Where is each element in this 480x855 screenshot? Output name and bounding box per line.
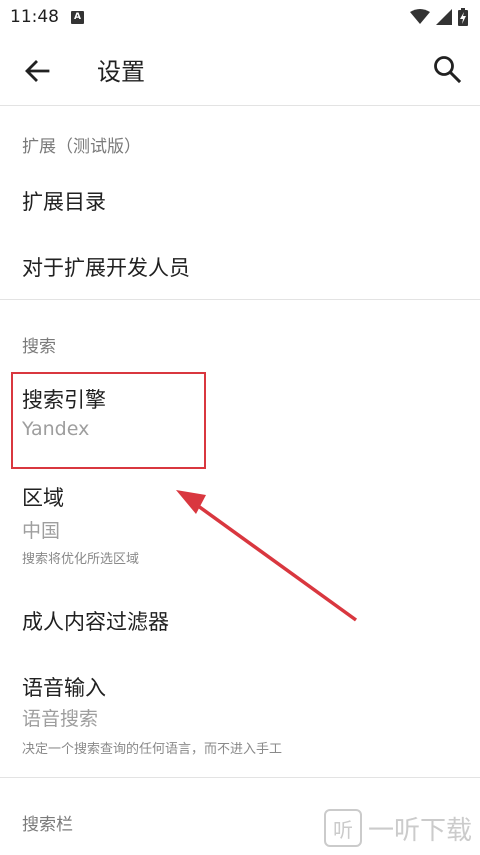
item-value: 语音搜索 bbox=[22, 708, 99, 730]
app-bar: 设置 bbox=[0, 34, 480, 106]
settings-item-voice-input[interactable]: 语音输入 语音搜索 决定一个搜索查询的任何语言，而不进入手工 bbox=[0, 662, 480, 770]
arrow-left-icon[interactable] bbox=[22, 56, 52, 86]
watermark: 听 一听下载 bbox=[323, 809, 472, 847]
item-value: 中国 bbox=[22, 520, 61, 542]
page-title: 设置 bbox=[97, 58, 145, 86]
item-title: 语音输入 bbox=[22, 676, 106, 700]
item-title: 对于扩展开发人员 bbox=[22, 256, 190, 280]
settings-item-extension-developers[interactable]: 对于扩展开发人员 bbox=[0, 234, 480, 298]
item-description: 决定一个搜索查询的任何语言，而不进入手工 bbox=[22, 742, 283, 757]
status-time: 11:48 bbox=[10, 7, 59, 27]
battery-icon bbox=[458, 8, 468, 26]
highlight-box bbox=[11, 372, 206, 469]
divider bbox=[0, 777, 480, 778]
section-header-search: 搜索 bbox=[22, 337, 56, 357]
settings-item-adult-filter[interactable]: 成人内容过滤器 bbox=[0, 590, 480, 654]
notification-icon: A bbox=[71, 10, 84, 24]
item-title: 区域 bbox=[22, 486, 64, 510]
search-icon[interactable] bbox=[432, 54, 462, 84]
section-header-search-bar: 搜索栏 bbox=[22, 815, 73, 835]
item-description: 搜索将优化所选区域 bbox=[22, 552, 140, 567]
settings-item-extension-catalog[interactable]: 扩展目录 bbox=[0, 168, 480, 232]
item-title: 扩展目录 bbox=[22, 190, 106, 214]
divider bbox=[0, 299, 480, 300]
watermark-logo: 听 bbox=[323, 809, 362, 847]
signal-icon bbox=[436, 9, 452, 25]
section-header-extensions: 扩展（测试版） bbox=[22, 137, 141, 157]
item-title: 成人内容过滤器 bbox=[22, 610, 169, 634]
settings-item-region[interactable]: 区域 中国 搜索将优化所选区域 bbox=[0, 472, 480, 576]
watermark-text: 一听下载 bbox=[367, 815, 472, 846]
wifi-icon bbox=[410, 9, 430, 24]
status-bar: 11:48 A bbox=[0, 0, 480, 34]
